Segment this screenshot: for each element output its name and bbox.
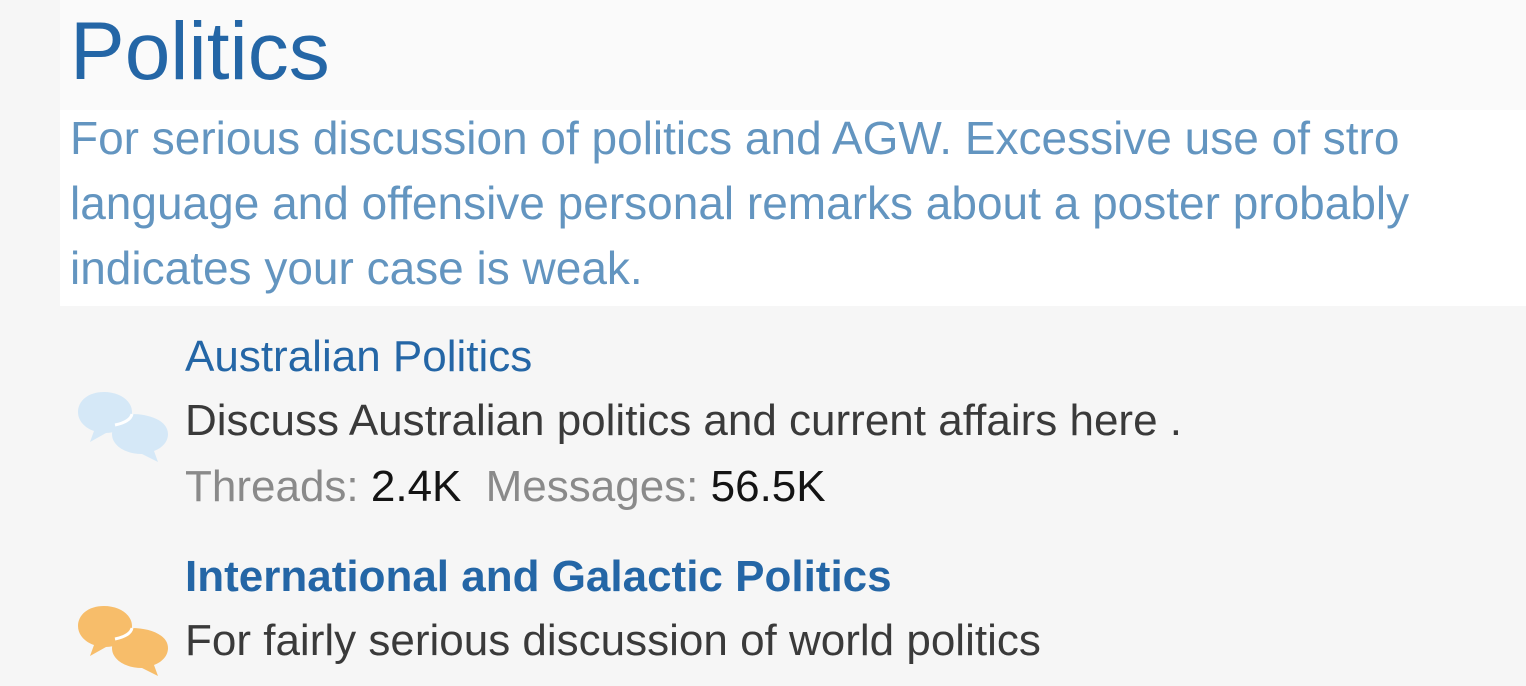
forum-node-australian-politics: Australian Politics Discuss Australian p… xyxy=(60,326,1526,526)
messages-count: 56.5K xyxy=(710,462,826,511)
category-description-line: language and offensive personal remarks … xyxy=(70,177,1410,229)
forum-stats: Threads: 2.4K Messages: 56.5K xyxy=(185,454,1182,520)
threads-label: Threads: xyxy=(185,462,359,511)
category-description: For serious discussion of politics and A… xyxy=(70,106,1526,301)
forum-description: For fairly serious discussion of world p… xyxy=(185,616,1041,665)
category-title[interactable]: Politics xyxy=(70,0,1526,96)
speech-bubbles-icon xyxy=(76,602,172,678)
forum-description: Discuss Australian politics and current … xyxy=(185,396,1182,445)
forum-page: Politics For serious discussion of polit… xyxy=(0,0,1526,686)
category-description-line: indicates your case is weak. xyxy=(70,242,643,294)
forum-node-international-politics: International and Galactic Politics For … xyxy=(60,546,1526,686)
category-header: Politics For serious discussion of polit… xyxy=(60,0,1526,306)
forum-title-link[interactable]: International and Galactic Politics xyxy=(185,546,1041,608)
forum-node-body: Australian Politics Discuss Australian p… xyxy=(185,326,1182,520)
forum-node-body: International and Galactic Politics For … xyxy=(185,546,1041,674)
threads-count: 2.4K xyxy=(370,462,462,511)
speech-bubbles-icon xyxy=(76,388,172,464)
messages-label: Messages: xyxy=(485,462,699,511)
forum-title-link[interactable]: Australian Politics xyxy=(185,326,1182,388)
category-description-line: For serious discussion of politics and A… xyxy=(70,112,1400,164)
forum-list: Australian Politics Discuss Australian p… xyxy=(60,306,1526,686)
